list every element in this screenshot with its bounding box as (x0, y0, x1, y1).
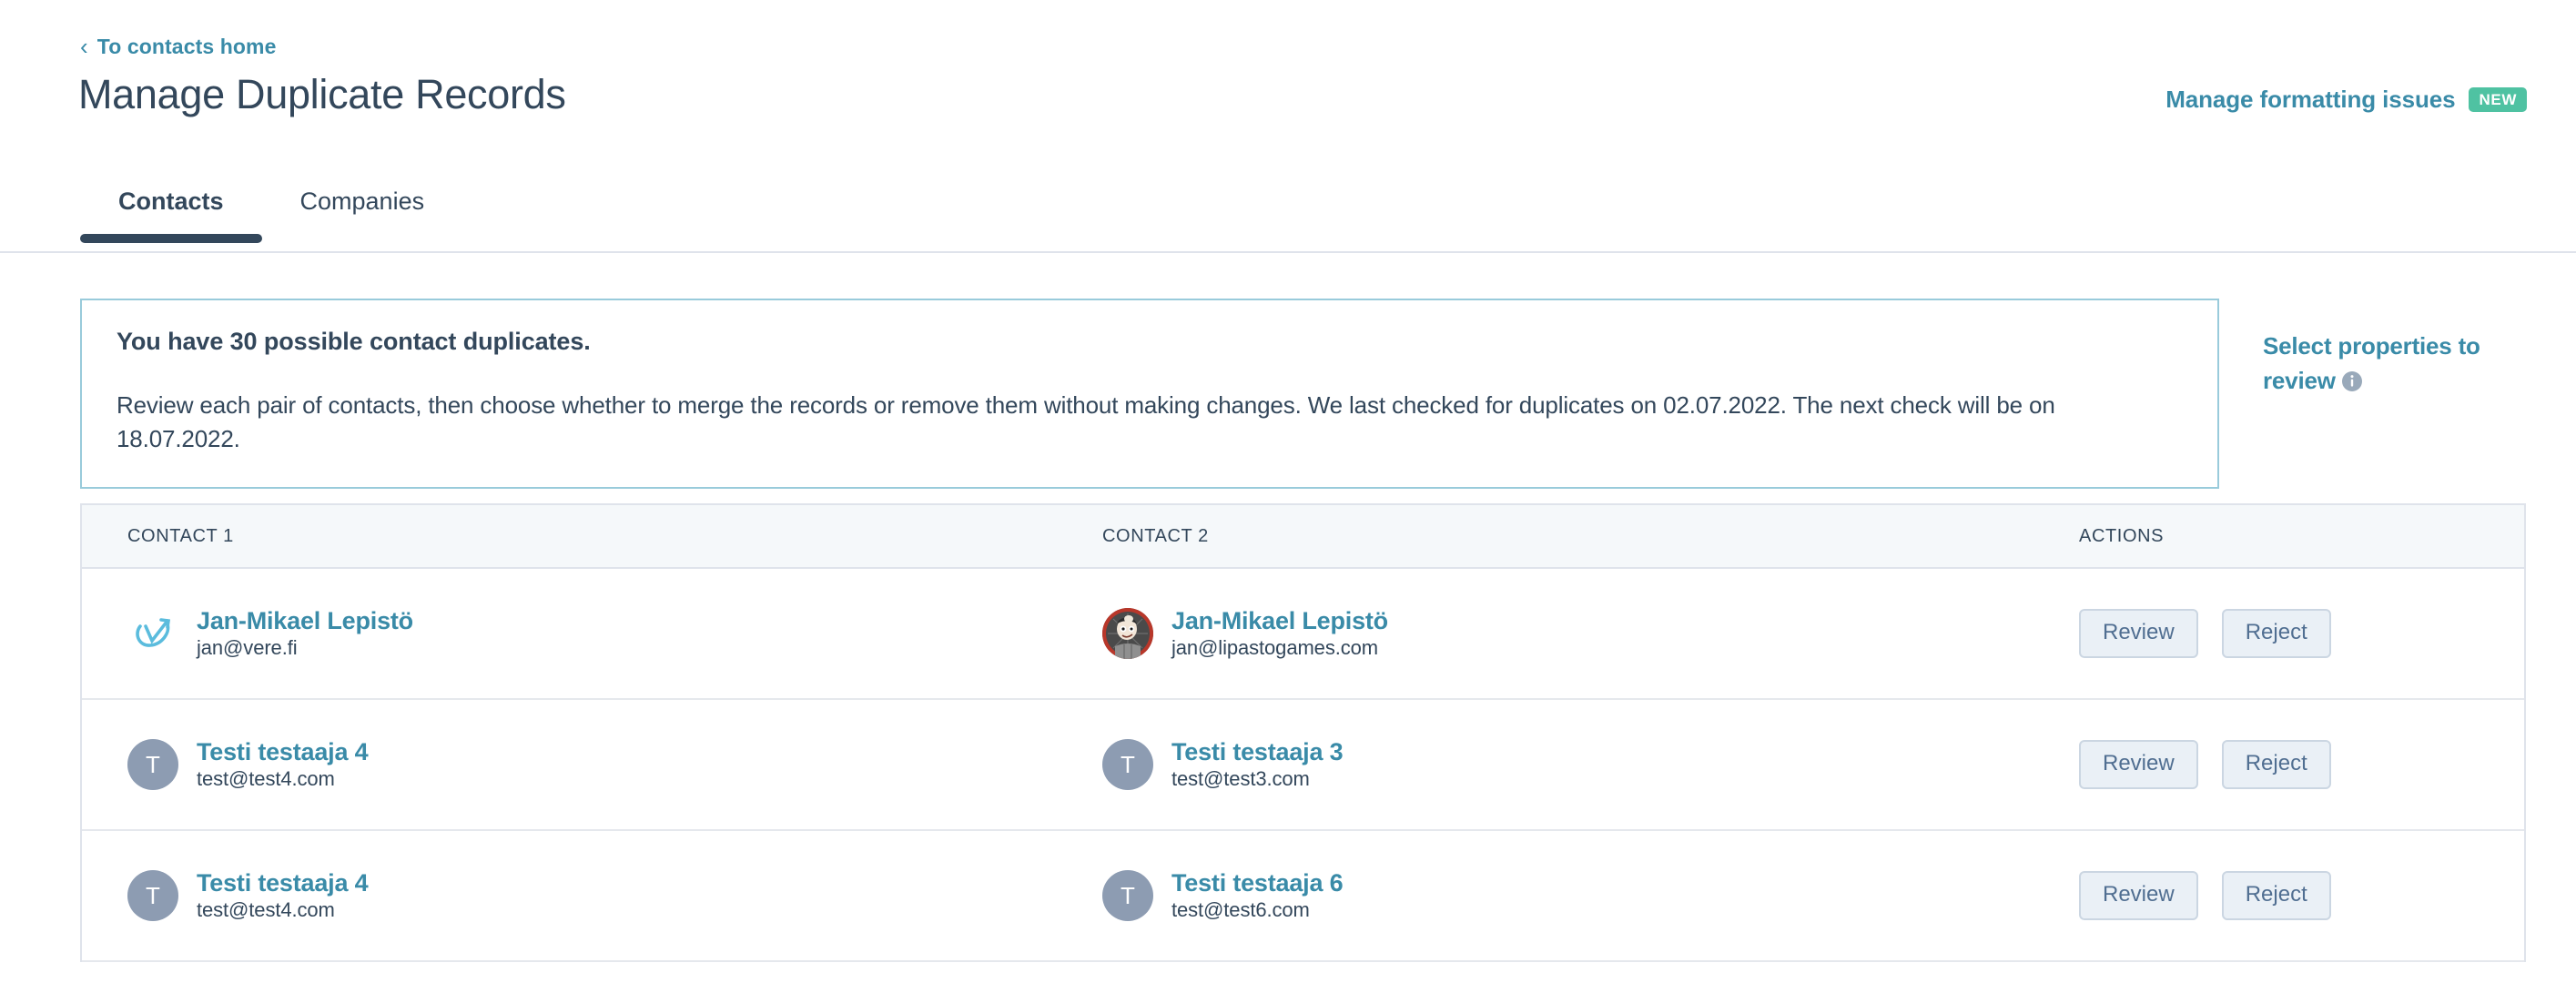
contact-text: Testi testaaja 3 test@test3.com (1171, 738, 1344, 791)
column-header-contact-2: CONTACT 2 (1102, 525, 1209, 546)
row-actions-cell: Review Reject (2079, 740, 2482, 789)
contact-email: jan@lipastogames.com (1171, 636, 1378, 660)
review-button[interactable]: Review (2079, 871, 2198, 920)
avatar-initial: T (146, 750, 160, 778)
page-title: Manage Duplicate Records (78, 71, 566, 117)
avatar-initial: T (146, 881, 160, 909)
contact-name-link[interactable]: Testi testaaja 4 (197, 738, 369, 766)
table-row: T Testi testaaja 4 test@test4.com T Test… (82, 700, 2524, 831)
avatar-initial: T (1121, 881, 1135, 909)
select-properties-label: Select properties to review (2263, 332, 2480, 394)
tab-contacts-label: Contacts (118, 187, 224, 215)
tabs: Contacts Companies (80, 173, 462, 243)
column-header-actions: ACTIONS (2079, 525, 2165, 546)
row-contact-2-cell: Jan-Mikael Lepistö jan@lipastogames.com (1102, 607, 2079, 660)
contact-block: Jan-Mikael Lepistö jan@vere.fi (127, 607, 413, 660)
row-contact-2-cell: T Testi testaaja 6 test@test6.com (1102, 869, 2079, 922)
table-row: Jan-Mikael Lepistö jan@vere.fi Jan-Mikae… (82, 569, 2524, 700)
header-actions: Manage formatting issues NEW (2165, 86, 2527, 114)
column-header-contact-1: CONTACT 1 (127, 525, 234, 546)
contact-block: Jan-Mikael Lepistö jan@lipastogames.com (1102, 607, 1388, 660)
contact-text: Testi testaaja 4 test@test4.com (197, 869, 369, 922)
contact-name-link[interactable]: Testi testaaja 4 (197, 869, 369, 897)
vere-logo-avatar (127, 608, 178, 659)
contact-email: test@test4.com (197, 898, 335, 922)
tab-companies[interactable]: Companies (262, 173, 463, 243)
reject-button[interactable]: Reject (2221, 871, 2331, 920)
contact-text: Testi testaaja 6 test@test6.com (1171, 869, 1344, 922)
contact-block: T Testi testaaja 3 test@test3.com (1102, 738, 1344, 791)
row-actions: Review Reject (2079, 871, 2331, 920)
contact-name-link[interactable]: Jan-Mikael Lepistö (1171, 607, 1388, 635)
initials-avatar: T (127, 739, 178, 790)
contact-text: Testi testaaja 4 test@test4.com (197, 738, 369, 791)
contact-block: T Testi testaaja 4 test@test4.com (127, 738, 369, 791)
cartoon-photo-avatar (1102, 608, 1153, 659)
row-contact-1-cell: Jan-Mikael Lepistö jan@vere.fi (82, 607, 1102, 660)
contact-name-link[interactable]: Jan-Mikael Lepistö (197, 607, 413, 635)
contact-block: T Testi testaaja 4 test@test4.com (127, 869, 369, 922)
breadcrumb-label: To contacts home (96, 35, 277, 58)
manage-duplicate-records-page: ‹ To contacts home Manage Duplicate Reco… (0, 0, 2576, 983)
contact-text: Jan-Mikael Lepistö jan@lipastogames.com (1171, 607, 1388, 660)
reject-button[interactable]: Reject (2221, 609, 2331, 658)
chevron-left-icon: ‹ (80, 32, 88, 60)
duplicates-info-callout: You have 30 possible contact duplicates.… (80, 299, 2219, 489)
table-header-row: CONTACT 1 CONTACT 2 ACTIONS (82, 505, 2524, 569)
contact-email: jan@vere.fi (197, 636, 298, 660)
avatar-initial: T (1121, 750, 1135, 778)
row-actions-cell: Review Reject (2079, 609, 2482, 658)
row-actions-cell: Review Reject (2079, 871, 2482, 920)
breadcrumb-to-contacts-home[interactable]: ‹ To contacts home (80, 35, 276, 59)
duplicates-table: CONTACT 1 CONTACT 2 ACTIONS Jan-Mikael L… (80, 503, 2526, 962)
row-contact-1-cell: T Testi testaaja 4 test@test4.com (82, 738, 1102, 791)
new-badge: NEW (2468, 87, 2527, 112)
row-contact-1-cell: T Testi testaaja 4 test@test4.com (82, 869, 1102, 922)
tab-contacts[interactable]: Contacts (80, 173, 262, 243)
select-properties-to-review-link[interactable]: Select properties to review (2263, 329, 2527, 399)
initials-avatar: T (127, 870, 178, 921)
tabbar: Contacts Companies (0, 173, 2576, 255)
initials-avatar: T (1102, 739, 1153, 790)
manage-formatting-issues-link[interactable]: Manage formatting issues (2165, 86, 2455, 114)
row-contact-2-cell: T Testi testaaja 3 test@test3.com (1102, 738, 2079, 791)
callout-body: Review each pair of contacts, then choos… (117, 391, 2055, 452)
contact-text: Jan-Mikael Lepistö jan@vere.fi (197, 607, 413, 660)
callout-title: You have 30 possible contact duplicates. (117, 328, 591, 355)
table-row: T Testi testaaja 4 test@test4.com T Test… (82, 831, 2524, 962)
tabbar-divider (0, 251, 2576, 253)
initials-avatar: T (1102, 870, 1153, 921)
review-button[interactable]: Review (2079, 740, 2198, 789)
contact-name-link[interactable]: Testi testaaja 3 (1171, 738, 1344, 766)
contact-email: test@test3.com (1171, 767, 1310, 791)
contact-name-link[interactable]: Testi testaaja 6 (1171, 869, 1344, 897)
info-icon[interactable] (2341, 367, 2362, 391)
tab-companies-label: Companies (299, 187, 425, 215)
contact-email: test@test6.com (1171, 898, 1310, 922)
contact-email: test@test4.com (197, 767, 335, 791)
row-actions: Review Reject (2079, 740, 2331, 789)
reject-button[interactable]: Reject (2221, 740, 2331, 789)
review-button[interactable]: Review (2079, 609, 2198, 658)
row-actions: Review Reject (2079, 609, 2331, 658)
contact-block: T Testi testaaja 6 test@test6.com (1102, 869, 1344, 922)
